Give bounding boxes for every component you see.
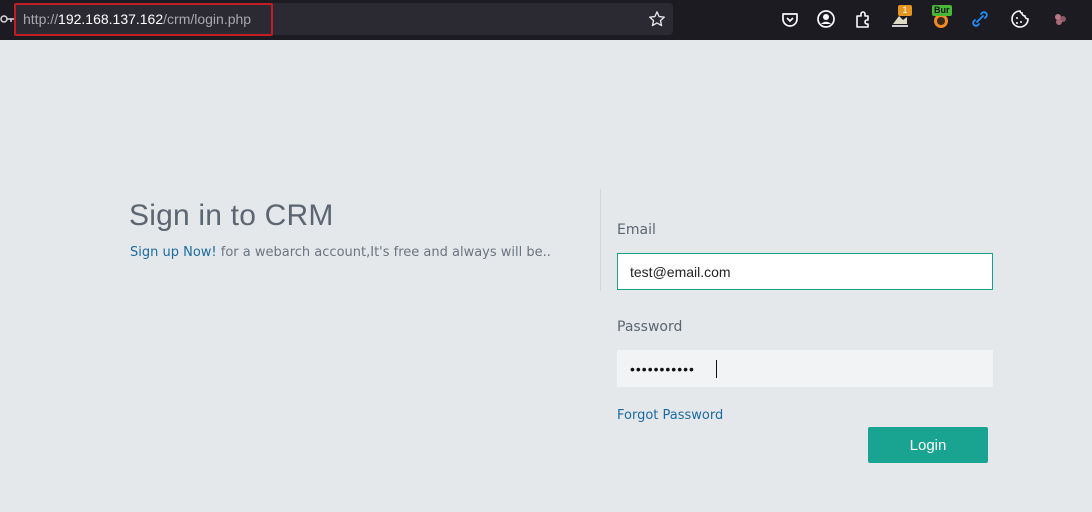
url-path: /crm/login.php — [163, 11, 252, 27]
forgot-password-link[interactable]: Forgot Password — [617, 408, 723, 423]
password-field[interactable] — [617, 350, 993, 387]
email-field[interactable] — [617, 253, 993, 290]
browser-toolbar: http://192.168.137.162/crm/login.php 1 B… — [0, 0, 1092, 40]
bookmark-star-icon[interactable] — [648, 10, 666, 28]
extension-badge-label: Bur — [932, 5, 952, 16]
url-host: 192.168.137.162 — [58, 11, 164, 27]
account-icon[interactable] — [816, 9, 836, 29]
password-label: Password — [617, 319, 683, 335]
key-icon[interactable] — [0, 11, 14, 27]
dots-extension-icon[interactable] — [1050, 9, 1070, 29]
page-title: Sign in to CRM — [129, 199, 334, 232]
signup-description: for a webarch account,It's free and alwa… — [216, 245, 551, 260]
pocket-icon[interactable] — [780, 9, 800, 29]
vertical-divider — [600, 189, 601, 291]
url-text[interactable]: http://192.168.137.162/crm/login.php — [23, 11, 251, 27]
extension-badge-count: 1 — [898, 5, 912, 16]
link-extension-icon[interactable] — [970, 9, 990, 29]
login-button[interactable]: Login — [868, 427, 988, 463]
signup-line: Sign up Now! for a webarch account,It's … — [130, 245, 551, 260]
text-caret — [716, 360, 717, 378]
extensions-icon[interactable] — [853, 9, 873, 29]
url-scheme: http:// — [23, 11, 59, 27]
email-label: Email — [617, 222, 656, 238]
cookie-icon[interactable] — [1010, 9, 1030, 29]
signup-link[interactable]: Sign up Now! — [130, 245, 217, 260]
